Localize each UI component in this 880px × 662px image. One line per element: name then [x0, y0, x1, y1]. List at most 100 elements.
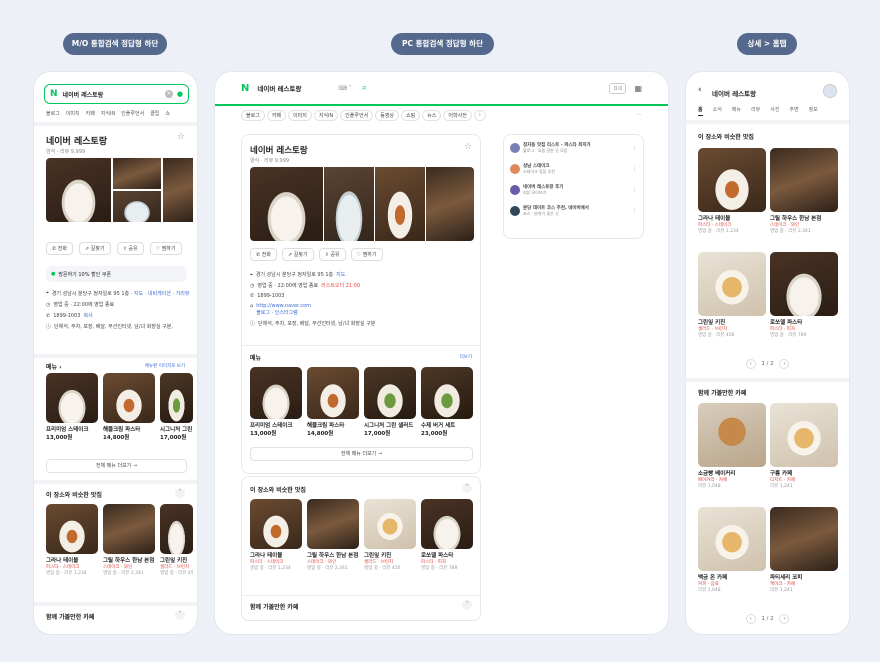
coupon-notice[interactable]: ● 방문하기 10% 할인 쿠폰 [46, 266, 187, 282]
share-button[interactable]: ⇪ 공유 [116, 242, 144, 255]
similar-card[interactable]: 그린잎 키친 샐러드 · 브런치 영업 중 · 리뷰 456 [698, 252, 766, 338]
photo-2[interactable] [324, 167, 374, 241]
tab-nearby[interactable]: 주변 [789, 106, 798, 116]
search-icon[interactable]: ⌕ [362, 83, 367, 93]
next-button[interactable]: › [779, 359, 790, 369]
prev-button[interactable]: ‹ [745, 614, 756, 624]
tab-item[interactable]: 이미지 [288, 110, 312, 121]
keyboard-icon[interactable]: ⌨ ˅ [338, 85, 352, 92]
bookmark-icon[interactable]: ☆ [177, 132, 185, 142]
mic-icon[interactable]: ● [177, 90, 183, 98]
tab-photo[interactable]: 사진 [770, 106, 779, 116]
tab-item[interactable]: 블로그 [241, 110, 265, 121]
tools-icon[interactable]: ⋯ [637, 112, 642, 118]
cafe-card[interactable]: 백금 온 카페 커피 · 음료 리뷰 1,048 [698, 507, 766, 593]
avatar[interactable] [823, 84, 837, 98]
menu-card[interactable]: 시그니처 그린 샐러드 17,000원 [160, 373, 193, 441]
save-button[interactable]: ♡ 찜하기 [149, 242, 182, 255]
tab-info[interactable]: 정보 [809, 106, 818, 116]
cafe-card[interactable]: 파티세리 코피 케이크 · 카페 리뷰 1,241 [770, 507, 838, 593]
save-button[interactable]: ♡ 찜하기 [350, 248, 383, 261]
tab-item[interactable]: 블로그 [46, 110, 60, 117]
expand-icon[interactable]: ˅ [462, 600, 472, 610]
search-query[interactable]: 네이버 레스토랑 [63, 90, 165, 99]
menu-more-button[interactable]: 전체 메뉴 더보기 → [250, 447, 473, 461]
photo-4[interactable] [426, 167, 474, 241]
tab-item[interactable]: 카페 [266, 110, 287, 121]
back-icon[interactable]: ‹ [698, 85, 702, 95]
tab-item[interactable]: 어학사전 [443, 110, 472, 121]
tab-item[interactable]: 클립 [150, 110, 159, 117]
similar-card[interactable]: 그라나 테이블 파스타 · 스테이크 영업 중 · 리뷰 1,234 [46, 504, 98, 576]
tab-item[interactable]: 인플루언서 [121, 110, 144, 117]
copy-link[interactable]: 복사 [83, 312, 92, 319]
map-link[interactable]: 지도 [336, 271, 345, 278]
menu-card[interactable]: 프리미엄 스테이크 13,000원 [46, 373, 98, 441]
photo-4[interactable] [163, 158, 193, 222]
tab-item[interactable]: 동영상 [375, 110, 399, 121]
similar-card[interactable]: 로쏘델 파스타 파스타 · 피자 영업 중 · 리뷰 789 [421, 499, 473, 571]
collapse-icon[interactable]: ˄ [175, 488, 185, 498]
more-icon[interactable]: ⋮ [632, 145, 637, 151]
more-icon[interactable]: ⋮ [632, 208, 637, 214]
tab-news[interactable]: 소식 [713, 106, 722, 116]
photo-3[interactable] [113, 191, 161, 222]
expand-icon[interactable]: ˅ [175, 610, 185, 620]
tab-item[interactable]: 지식iN [101, 110, 115, 117]
menu-more-button[interactable]: 전체 메뉴 더보기 → [46, 459, 187, 473]
menu-more-link[interactable]: 메뉴판 이미지로 보기 [145, 363, 185, 369]
directions-button[interactable]: ➚ 길찾기 [282, 248, 314, 261]
cafe-card[interactable]: 소금빵 베이커리 베이커리 · 카페 리뷰 1,048 [698, 403, 766, 489]
search-query[interactable]: 네이버 레스토랑 [257, 83, 338, 93]
photo-2[interactable] [113, 158, 161, 189]
similar-card[interactable]: 로쏘델 파스타 파스타 · 피자 영업 중 · 리뷰 789 [770, 252, 838, 338]
similar-card[interactable]: 그릴 하우스 한남 본점 스테이크 · 와인 영업 중 · 리뷰 2,341 [307, 499, 359, 571]
menu-card[interactable]: 시그니처 그린 샐러드 17,000원 [364, 367, 416, 437]
tab-item[interactable]: 이미지 [66, 110, 80, 117]
tab-item[interactable]: 뉴스 [422, 110, 442, 121]
tab-item[interactable]: 카페 [86, 110, 95, 117]
map-link[interactable]: 지도 · 내비게이션 · 거리뷰 [134, 291, 190, 297]
similar-card[interactable]: 그린잎 키친 샐러드 · 브런치 영업 중 · 리뷰 456 [364, 499, 416, 571]
related-item[interactable]: 네이버 레스토랑 후기 리뷰 모아보기 ⋮ [510, 184, 637, 196]
call-button[interactable]: ✆ 전화 [46, 242, 73, 255]
similar-card[interactable]: 그릴 하우스 한남 본점 스테이크 · 와인 영업 중 · 리뷰 2,341 [770, 148, 838, 234]
similar-card[interactable]: 그라나 테이블 파스타 · 스테이크 영업 중 · 리뷰 1,234 [250, 499, 302, 571]
tabs-next-icon[interactable]: › [473, 110, 486, 121]
directions-button[interactable]: ➚ 길찾기 [79, 242, 111, 255]
menu-card[interactable]: 프리미엄 스테이크 13,000원 [250, 367, 302, 437]
place-title[interactable]: 네이버 레스토랑 [250, 144, 308, 156]
tab-item[interactable]: 인플루언서 [340, 110, 374, 121]
tab-review[interactable]: 리뷰 [751, 106, 760, 116]
collapse-icon[interactable]: ˄ [462, 483, 472, 493]
photo-3[interactable] [375, 167, 425, 241]
call-button[interactable]: ✆ 전화 [250, 248, 277, 261]
menu-title[interactable]: 메뉴 › [46, 362, 62, 371]
sns-links[interactable]: 블로그 · 인스타그램 [256, 310, 298, 316]
clear-icon[interactable]: × [164, 90, 173, 98]
tab-item[interactable]: 쇼핑 [401, 110, 421, 121]
cafe-card[interactable]: 구름 카페 디저트 · 카페 리뷰 1,241 [770, 403, 838, 489]
related-item[interactable]: 성남 스테이크 스테이크 맛집 추천 ⋮ [510, 163, 637, 175]
menu-card[interactable]: 해물크림 파스타 14,800원 [307, 367, 359, 437]
mobile-search-bar[interactable]: N 네이버 레스토랑 × ● [44, 84, 189, 104]
similar-card[interactable]: 그라나 테이블 파스타 · 스테이크 영업 중 · 리뷰 1,234 [698, 148, 766, 234]
menu-card[interactable]: 수제 버거 세트 23,000원 [421, 367, 473, 437]
more-icon[interactable]: ⋮ [632, 187, 637, 193]
tab-home[interactable]: 홈 [698, 106, 703, 116]
menu-card[interactable]: 해물크림 파스타 14,800원 [103, 373, 155, 441]
photo-main[interactable] [46, 158, 111, 222]
share-button[interactable]: ⇪ 공유 [318, 248, 346, 261]
bookmark-icon[interactable]: ☆ [464, 142, 472, 152]
related-item[interactable]: 분당 데이트 코스 추천, 네이버에서 코스 · 분위기 좋은 곳 ⋮ [510, 205, 637, 217]
prev-button[interactable]: ‹ [745, 359, 756, 369]
menu-grid-icon[interactable]: ▦ [634, 84, 642, 93]
next-button[interactable]: › [779, 614, 790, 624]
related-item[interactable]: 정자동 맛집 리스트 - 파스타 최저가 블로그 · 요즘 핫한 곳 모음 ⋮ [510, 142, 637, 154]
tab-item[interactable]: 쇼 [165, 110, 170, 117]
photo-main[interactable] [250, 167, 323, 241]
login-button[interactable]: ㅁㅁ [609, 82, 627, 94]
tab-item[interactable]: 지식iN [313, 110, 339, 121]
place-title[interactable]: 네이버 레스토랑 [46, 134, 107, 147]
menu-more-link[interactable]: 더보기 [460, 354, 472, 360]
